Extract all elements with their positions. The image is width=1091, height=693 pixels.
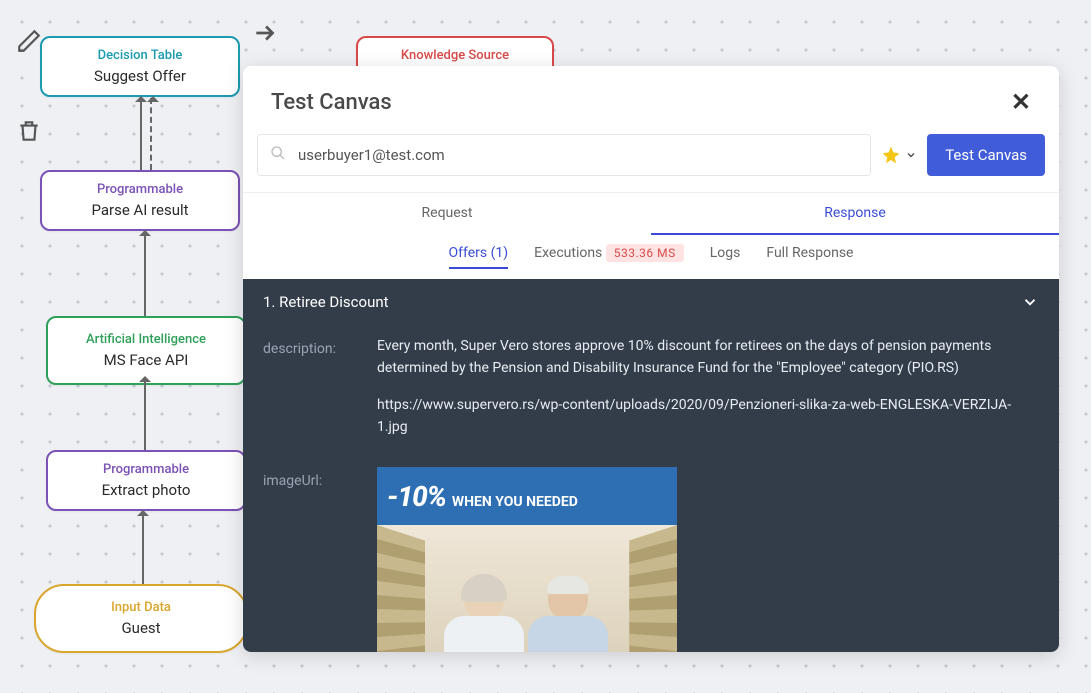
search-input[interactable] [298,146,858,164]
tab-response[interactable]: Response [651,193,1059,235]
field-value-imageurl: -10% WHEN YOU NEEDED Super VERO [377,467,1039,652]
tab-request[interactable]: Request [243,193,651,235]
promo-tagline: WHEN YOU NEEDED [452,491,578,513]
node-type: Input Data [48,600,234,615]
node-label: Suggest Offer [54,67,226,85]
node-type: Decision Table [54,48,226,63]
node-type: Programmable [54,182,226,197]
field-label-imageurl: imageUrl: [263,467,363,652]
result-title: 1. Retiree Discount [263,293,389,311]
connector [140,98,142,170]
promo-percent: -10% [387,475,446,520]
subtab-executions[interactable]: Executions 533.36 MS [534,245,684,269]
tabs-primary: Request Response [243,192,1059,235]
subtab-executions-label: Executions [534,245,602,261]
promo-image: -10% WHEN YOU NEEDED Super VERO [377,467,677,652]
node-label: Extract photo [60,481,232,499]
search-input-wrap [257,134,871,176]
connector [144,232,146,316]
search-icon [270,145,286,165]
connector [142,512,144,584]
execution-time-badge: 533.36 MS [606,244,684,262]
node-parse-ai-result[interactable]: Programmable Parse AI result [40,170,240,231]
chevron-down-icon [1021,293,1039,311]
field-value-description: Every month, Super Vero stores approve 1… [377,335,1039,453]
connector [144,378,146,450]
node-type: Knowledge Source [370,48,540,63]
result-header[interactable]: 1. Retiree Discount [243,279,1059,325]
trash-icon[interactable] [16,118,42,144]
description-text: Every month, Super Vero stores approve 1… [377,335,1039,380]
node-label: MS Face API [60,351,232,369]
node-extract-photo[interactable]: Programmable Extract photo [46,450,246,511]
favorites-dropdown[interactable] [881,145,917,165]
dialog-title: Test Canvas [271,90,392,115]
chevron-down-icon [905,149,917,161]
node-label: Guest [48,619,234,637]
test-canvas-dialog: Test Canvas ✕ Test Canvas Request Respon… [243,66,1059,652]
subtab-full-response[interactable]: Full Response [766,245,853,269]
close-icon[interactable]: ✕ [1011,88,1031,116]
subtab-offers[interactable]: Offers (1) [449,245,509,269]
node-type: Programmable [60,462,232,477]
node-input-guest[interactable]: Input Data Guest [34,584,248,653]
subtab-logs[interactable]: Logs [710,245,741,269]
test-canvas-button[interactable]: Test Canvas [927,134,1045,176]
node-decision-table[interactable]: Decision Table Suggest Offer [40,36,240,97]
arrow-right-icon[interactable] [252,20,278,46]
description-url: https://www.supervero.rs/wp-content/uplo… [377,394,1039,439]
result-panel: 1. Retiree Discount description: Every m… [243,279,1059,652]
node-label: Parse AI result [54,201,226,219]
node-type: Artificial Intelligence [60,332,232,347]
field-label-description: description: [263,335,363,453]
tabs-secondary: Offers (1) Executions 533.36 MS Logs Ful… [243,235,1059,279]
connector-dashed [150,98,152,170]
pencil-icon[interactable] [16,28,42,54]
